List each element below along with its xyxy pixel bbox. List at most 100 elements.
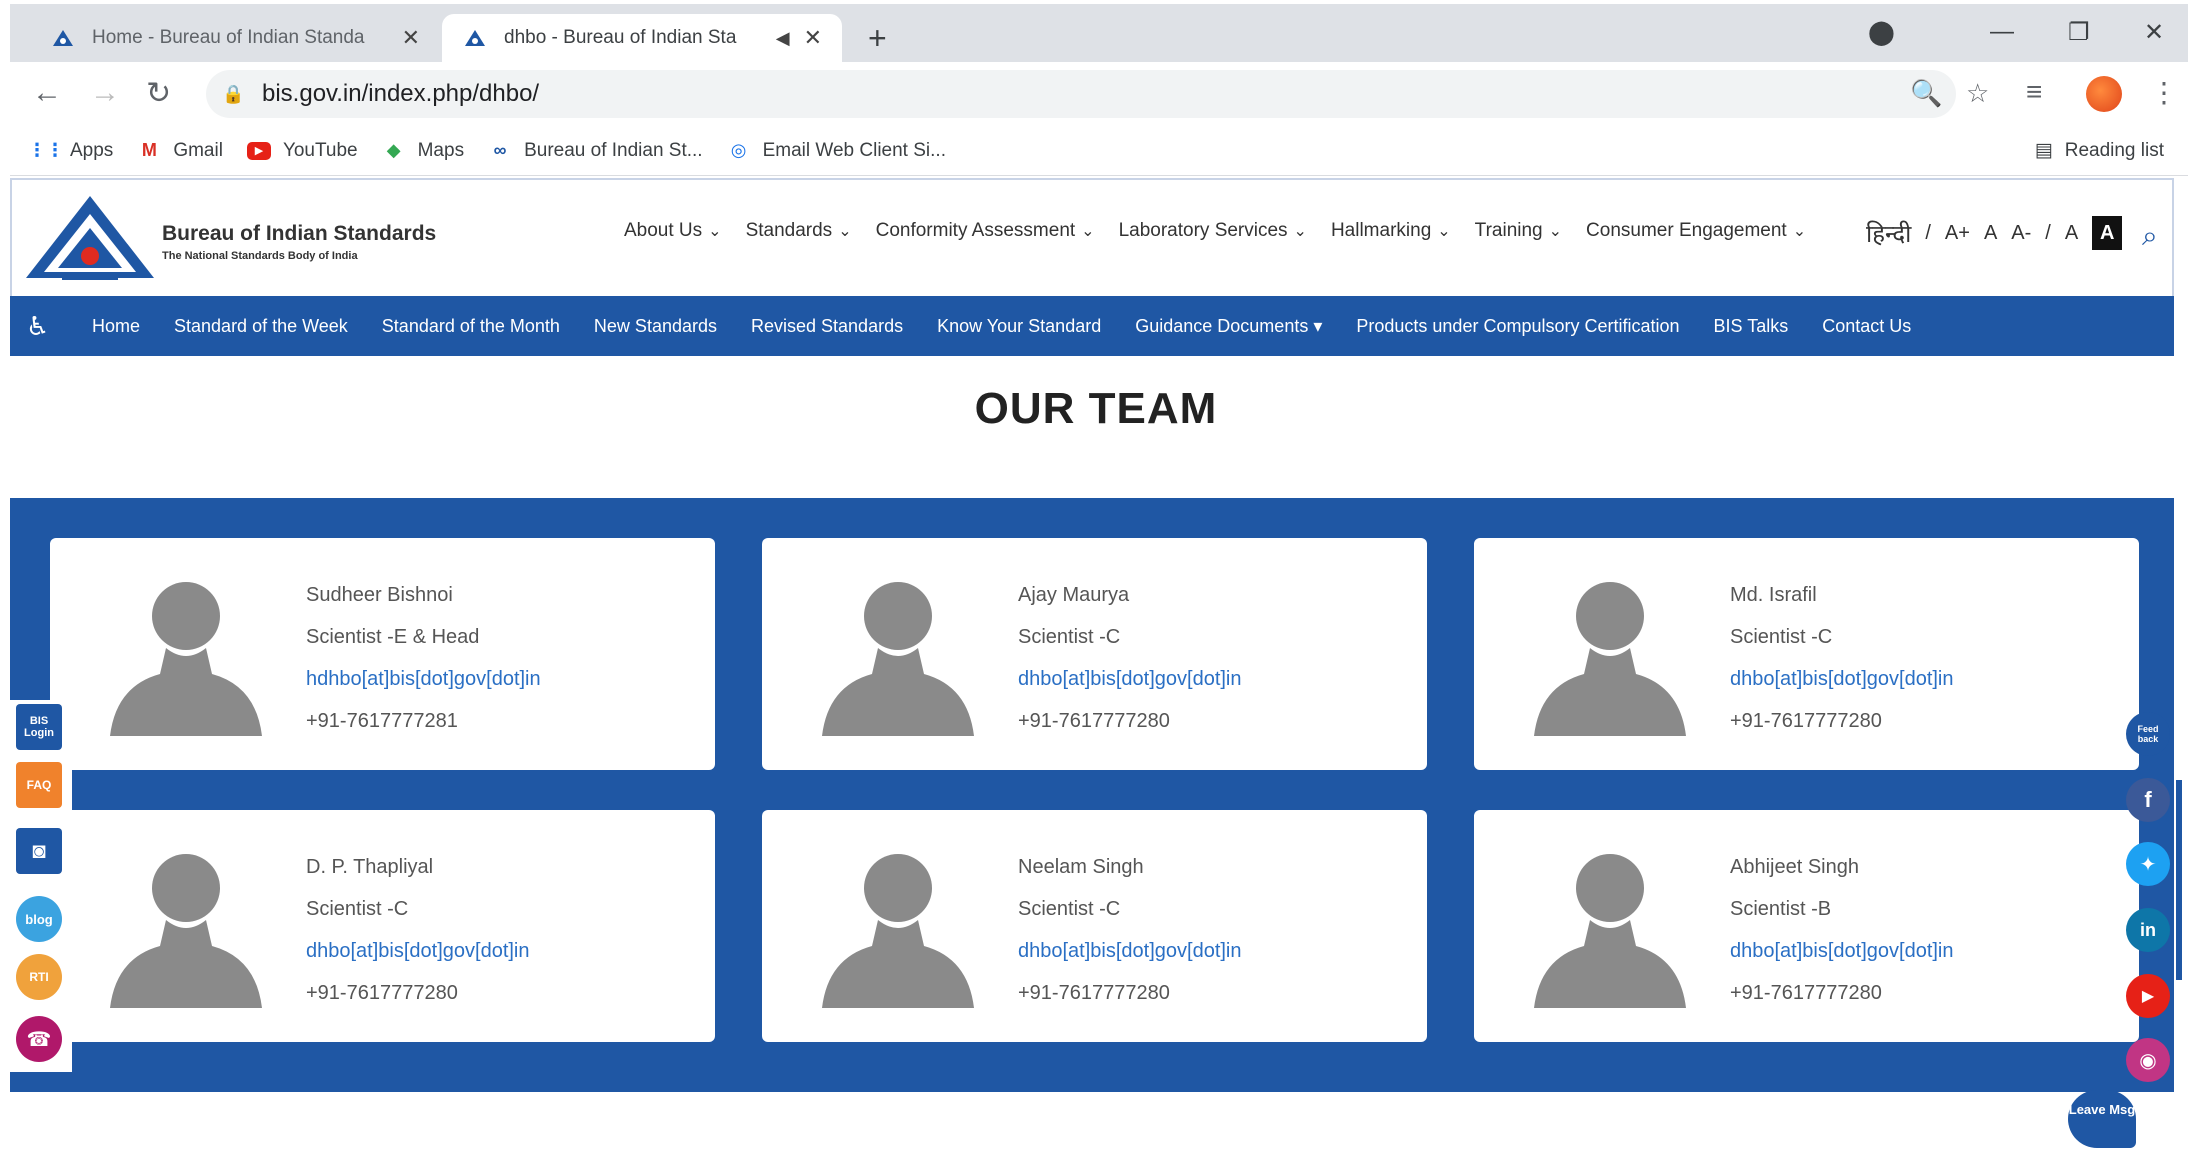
browser-tab-home[interactable]: Home - Bureau of Indian Standa ✕ — [30, 14, 440, 62]
help-icon[interactable]: ☎ — [16, 1016, 62, 1062]
camera-icon[interactable]: ◙ — [16, 828, 62, 874]
zoom-icon[interactable]: 🔍 — [1910, 78, 1942, 109]
page-title: OUR TEAM — [974, 384, 1218, 433]
member-email[interactable]: dhbo[at]bis[dot]gov[dot]in — [1730, 658, 1954, 700]
extension-icon[interactable]: ⬤ — [1868, 18, 1895, 47]
subnav-products-compulsory-certification[interactable]: Products under Compulsory Certification — [1356, 316, 1679, 337]
font-normal[interactable]: A — [1984, 222, 1997, 245]
font-tools: हिन्दी / A+ A A- / A A — [1866, 216, 2136, 250]
bookmark-apps[interactable]: ⋮⋮ Apps — [28, 139, 113, 163]
instagram-icon[interactable]: ◉ — [2126, 1038, 2170, 1082]
member-role: Scientist -C — [1730, 626, 1833, 648]
member-role: Scientist -E & Head — [306, 626, 480, 648]
browser-tab-dhbo[interactable]: dhbo - Bureau of Indian Sta ◀ ✕ — [442, 14, 842, 62]
youtube-icon[interactable]: ▶ — [2126, 974, 2170, 1018]
member-email[interactable]: hdhbo[at]bis[dot]gov[dot]in — [306, 658, 541, 700]
bookmark-gmail[interactable]: M Gmail — [137, 139, 223, 163]
bookmark-youtube[interactable]: ▶ YouTube — [246, 139, 358, 163]
person-avatar-icon — [1534, 854, 1686, 1008]
feedback-button[interactable]: Feed back — [2126, 712, 2170, 756]
font-decrease[interactable]: A- — [2011, 222, 2031, 245]
maps-icon: ◆ — [386, 140, 401, 160]
nav-about-us[interactable]: About Us ⌄ — [624, 220, 722, 242]
hindi-toggle[interactable]: हिन्दी — [1866, 217, 1911, 250]
person-avatar-icon — [110, 582, 262, 736]
faq-button[interactable]: FAQ — [16, 762, 62, 808]
new-tab-icon[interactable]: + — [868, 20, 887, 57]
close-window-icon[interactable]: ✕ — [2144, 18, 2164, 47]
subnav-know-your-standard[interactable]: Know Your Standard — [937, 316, 1101, 337]
bookmark-bis[interactable]: ∞ Bureau of Indian St... — [488, 139, 703, 163]
speaker-icon[interactable]: ◀ — [776, 28, 790, 49]
scrollbar[interactable] — [2176, 780, 2182, 980]
facebook-icon[interactable]: f — [2126, 778, 2170, 822]
site-header: Bureau of Indian Standards The National … — [10, 178, 2174, 296]
back-icon[interactable]: ← — [32, 76, 62, 110]
subnav-standard-of-the-month[interactable]: Standard of the Month — [382, 316, 560, 337]
close-tab-icon[interactable]: ✕ — [402, 25, 420, 51]
minimize-icon[interactable]: — — [1990, 18, 2014, 46]
member-email[interactable]: dhbo[at]bis[dot]gov[dot]in — [1730, 930, 1954, 972]
reading-list[interactable]: ▤ Reading list — [2035, 139, 2164, 162]
person-avatar-icon — [1534, 582, 1686, 736]
font-increase[interactable]: A+ — [1945, 222, 1970, 245]
blog-button[interactable]: blog — [16, 896, 62, 942]
subnav-revised-standards[interactable]: Revised Standards — [751, 316, 903, 337]
high-contrast-toggle[interactable]: A — [2092, 216, 2123, 250]
member-role: Scientist -C — [1018, 898, 1121, 920]
member-role: Scientist -C — [1018, 626, 1121, 648]
left-quick-links: BIS Login FAQ ◙ blog RTI ☎ — [10, 700, 72, 1072]
chevron-down-icon: ⌄ — [1081, 223, 1095, 240]
nav-standards[interactable]: Standards ⌄ — [746, 220, 852, 242]
reload-icon[interactable]: ↻ — [146, 76, 171, 111]
bis-logo[interactable] — [22, 190, 158, 286]
bis-login-button[interactable]: BIS Login — [16, 704, 62, 750]
subnav-standard-of-the-week[interactable]: Standard of the Week — [174, 316, 348, 337]
chevron-down-icon: ⌄ — [1548, 223, 1563, 240]
linkedin-icon[interactable]: in — [2126, 908, 2170, 952]
nav-laboratory-services[interactable]: Laboratory Services ⌄ — [1119, 220, 1307, 242]
bookmark-star-icon[interactable]: ☆ — [1966, 78, 1989, 109]
team-card: Abhijeet Singh Scientist -B dhbo[at]bis[… — [1474, 810, 2139, 1042]
chevron-down-icon: ⌄ — [838, 223, 852, 240]
search-icon[interactable]: ⌕ — [2142, 220, 2158, 253]
member-phone: +91-7617777280 — [1730, 982, 1882, 1004]
profile-avatar[interactable] — [2086, 76, 2122, 112]
bookmark-email-client[interactable]: ◎ Email Web Client Si... — [727, 139, 946, 163]
gmail-icon: M — [141, 140, 157, 160]
member-phone: +91-7617777280 — [1018, 982, 1170, 1004]
subnav-contact-us[interactable]: Contact Us — [1822, 316, 1911, 337]
subnav-guidance-documents[interactable]: Guidance Documents ▾ — [1135, 316, 1322, 337]
nav-consumer-engagement[interactable]: Consumer Engagement ⌄ — [1586, 220, 1806, 242]
reading-queue-icon[interactable]: ≡ — [2026, 76, 2042, 108]
twitter-icon[interactable]: ✦ — [2126, 842, 2170, 886]
accessibility-icon[interactable]: ♿ — [26, 311, 58, 342]
nav-hallmarking[interactable]: Hallmarking ⌄ — [1331, 220, 1451, 242]
brand-title: Bureau of Indian Standards — [162, 222, 437, 245]
member-email[interactable]: dhbo[at]bis[dot]gov[dot]in — [306, 930, 530, 972]
address-bar[interactable]: 🔒 bis.gov.in/index.php/dhbo/ — [206, 70, 1956, 118]
subnav-home[interactable]: Home — [92, 316, 140, 337]
address-text: bis.gov.in/index.php/dhbo/ — [262, 80, 540, 107]
team-section: Sudheer Bishnoi Scientist -E & Head hdhb… — [10, 498, 2174, 1092]
apps-grid-icon: ⋮⋮ — [28, 140, 64, 160]
lock-icon: 🔒 — [222, 83, 245, 104]
member-phone: +91-7617777281 — [306, 710, 458, 732]
member-email[interactable]: dhbo[at]bis[dot]gov[dot]in — [1018, 658, 1242, 700]
close-tab-icon[interactable]: ✕ — [804, 25, 822, 51]
rti-button[interactable]: RTI — [16, 954, 62, 1000]
subnav-new-standards[interactable]: New Standards — [594, 316, 717, 337]
leave-message-button[interactable]: Leave Msg — [2068, 1090, 2136, 1148]
nav-training[interactable]: Training ⌄ — [1475, 220, 1562, 242]
member-email[interactable]: dhbo[at]bis[dot]gov[dot]in — [1018, 930, 1242, 972]
forward-icon[interactable]: → — [90, 76, 120, 110]
member-name: Neelam Singh — [1018, 856, 1144, 878]
bookmark-maps[interactable]: ◆ Maps — [382, 139, 464, 163]
restore-icon[interactable]: ❐ — [2068, 18, 2090, 47]
font-default[interactable]: A — [2065, 222, 2078, 245]
member-phone: +91-7617777280 — [306, 982, 458, 1004]
nav-conformity-assessment[interactable]: Conformity Assessment ⌄ — [876, 220, 1095, 242]
member-name: D. P. Thapliyal — [306, 856, 434, 878]
subnav-bis-talks[interactable]: BIS Talks — [1714, 316, 1789, 337]
menu-kebab-icon[interactable]: ⋮ — [2150, 76, 2178, 109]
